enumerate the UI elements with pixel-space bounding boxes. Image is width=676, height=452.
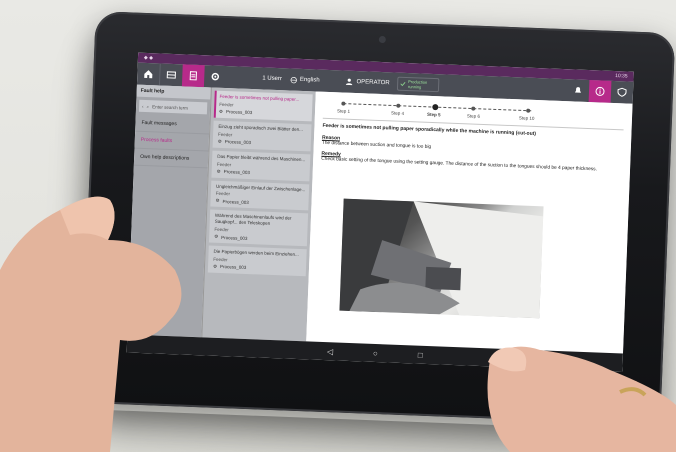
alarm-button[interactable]: [567, 79, 590, 102]
user-selector[interactable]: 1 Userr: [262, 75, 282, 82]
item-process: ⚙ Process_003: [217, 168, 307, 177]
home-nav-icon[interactable]: ○: [373, 348, 378, 357]
bell-icon: [574, 87, 581, 93]
main-content: Fault help ‹ ⌕ Enter search term Fault m…: [127, 84, 633, 354]
shield-button[interactable]: [611, 81, 634, 104]
document-icon: [189, 71, 197, 81]
list-item[interactable]: Das Papier bleibt während des Maschinen.…: [211, 150, 311, 181]
search-input[interactable]: Enter search term: [152, 104, 188, 110]
machine-icon: [166, 71, 176, 79]
search-field[interactable]: ‹ ⌕ Enter search term: [138, 99, 208, 115]
photo-art: [339, 198, 544, 319]
item-title: Während des Maschinenlaufs wird der Saug…: [214, 213, 292, 227]
list-item[interactable]: Einzug zieht sporadisch zwei Blätter den…: [212, 120, 312, 152]
fault-help-button[interactable]: [181, 64, 205, 88]
status-time: 10:35: [614, 72, 628, 80]
sidebar-item-own-help[interactable]: Own help descriptions: [133, 148, 209, 169]
home-button[interactable]: [137, 63, 160, 86]
process-icon: ⚙: [212, 263, 218, 269]
language-selector[interactable]: English: [290, 76, 320, 84]
process-label: Process_003: [223, 169, 251, 176]
list-item[interactable]: Feeder is sometimes not pulling paper...…: [213, 90, 313, 122]
recents-nav-icon[interactable]: □: [418, 350, 423, 359]
machine-status[interactable]: Production running: [397, 76, 440, 93]
step-label: Step 4: [390, 110, 405, 116]
right-hand: [487, 346, 676, 452]
fault-list: Feeder is sometimes not pulling paper...…: [201, 87, 316, 342]
step-dot[interactable]: [526, 108, 531, 113]
gear-icon: [211, 72, 220, 81]
machine-photo[interactable]: [339, 198, 544, 319]
process-label: Process_003: [225, 109, 253, 116]
list-item[interactable]: Während des Maschinenlaufs wird der Saug…: [208, 209, 309, 247]
info-button[interactable]: [588, 80, 612, 103]
role-indicator[interactable]: OPERATOR: [345, 78, 390, 88]
search-icon: ⌕: [146, 103, 150, 109]
item-process: ⚙ Process_003: [215, 198, 305, 207]
item-process: ⚙ Process_003: [218, 138, 308, 147]
settings-button[interactable]: [204, 65, 227, 88]
detail-pane: Step 1 Step 4 Step 5 Step 6 Step 10 Feed…: [306, 91, 633, 354]
list-item[interactable]: Die Papierbögen werden beim Einziehen...…: [207, 245, 307, 277]
status-left: ◆ ◆: [143, 54, 154, 62]
step-dot-current[interactable]: [432, 104, 439, 111]
language-label: English: [299, 76, 320, 84]
process-icon: ⚙: [214, 233, 219, 239]
step-label: Step 6: [466, 113, 481, 119]
step-label: Step 1: [336, 108, 351, 114]
operator-icon: [346, 78, 353, 86]
left-hand: [0, 196, 182, 452]
step-label-current: Step 5: [426, 111, 441, 118]
step-dot[interactable]: [341, 101, 346, 106]
info-icon: [595, 86, 605, 96]
globe-icon: [290, 76, 297, 83]
step-dot[interactable]: [396, 103, 401, 108]
back-nav-icon[interactable]: ◁: [327, 347, 333, 356]
shield-icon: [617, 87, 627, 97]
sidebar-title: Fault help: [136, 84, 211, 100]
role-label: OPERATOR: [356, 79, 390, 87]
user-count: 1 Userr: [262, 75, 283, 83]
checkmark-icon: [400, 82, 406, 87]
process-label: Process_003: [221, 234, 248, 241]
process-icon: ⚙: [217, 138, 222, 144]
status-text: Production running: [407, 79, 428, 90]
process-label: Process_003: [224, 139, 252, 146]
process-icon: ⚙: [216, 168, 221, 174]
tablet-screen: ◆ ◆ 10:35 1 Userr English OPERATOR Produ…: [126, 52, 634, 372]
home-icon: [144, 70, 153, 79]
camera-lens: [378, 35, 386, 44]
step-dot[interactable]: [471, 106, 476, 111]
step-label: Step 10: [518, 115, 535, 121]
back-icon[interactable]: ‹: [142, 103, 144, 108]
list-item[interactable]: Ungleichmäßiger Einlauf der Zwischenlage…: [210, 180, 310, 211]
process-icon: ⚙: [218, 108, 224, 114]
process-label: Process_003: [219, 264, 247, 271]
item-process: ⚙ Process_003: [214, 234, 304, 243]
app-icons: [567, 79, 634, 104]
machine-button[interactable]: [160, 64, 183, 87]
process-label: Process_003: [222, 198, 249, 205]
item-process: ⚙ Process_003: [219, 109, 309, 118]
item-process: ⚙ Process_003: [213, 264, 303, 273]
process-icon: ⚙: [215, 198, 220, 204]
